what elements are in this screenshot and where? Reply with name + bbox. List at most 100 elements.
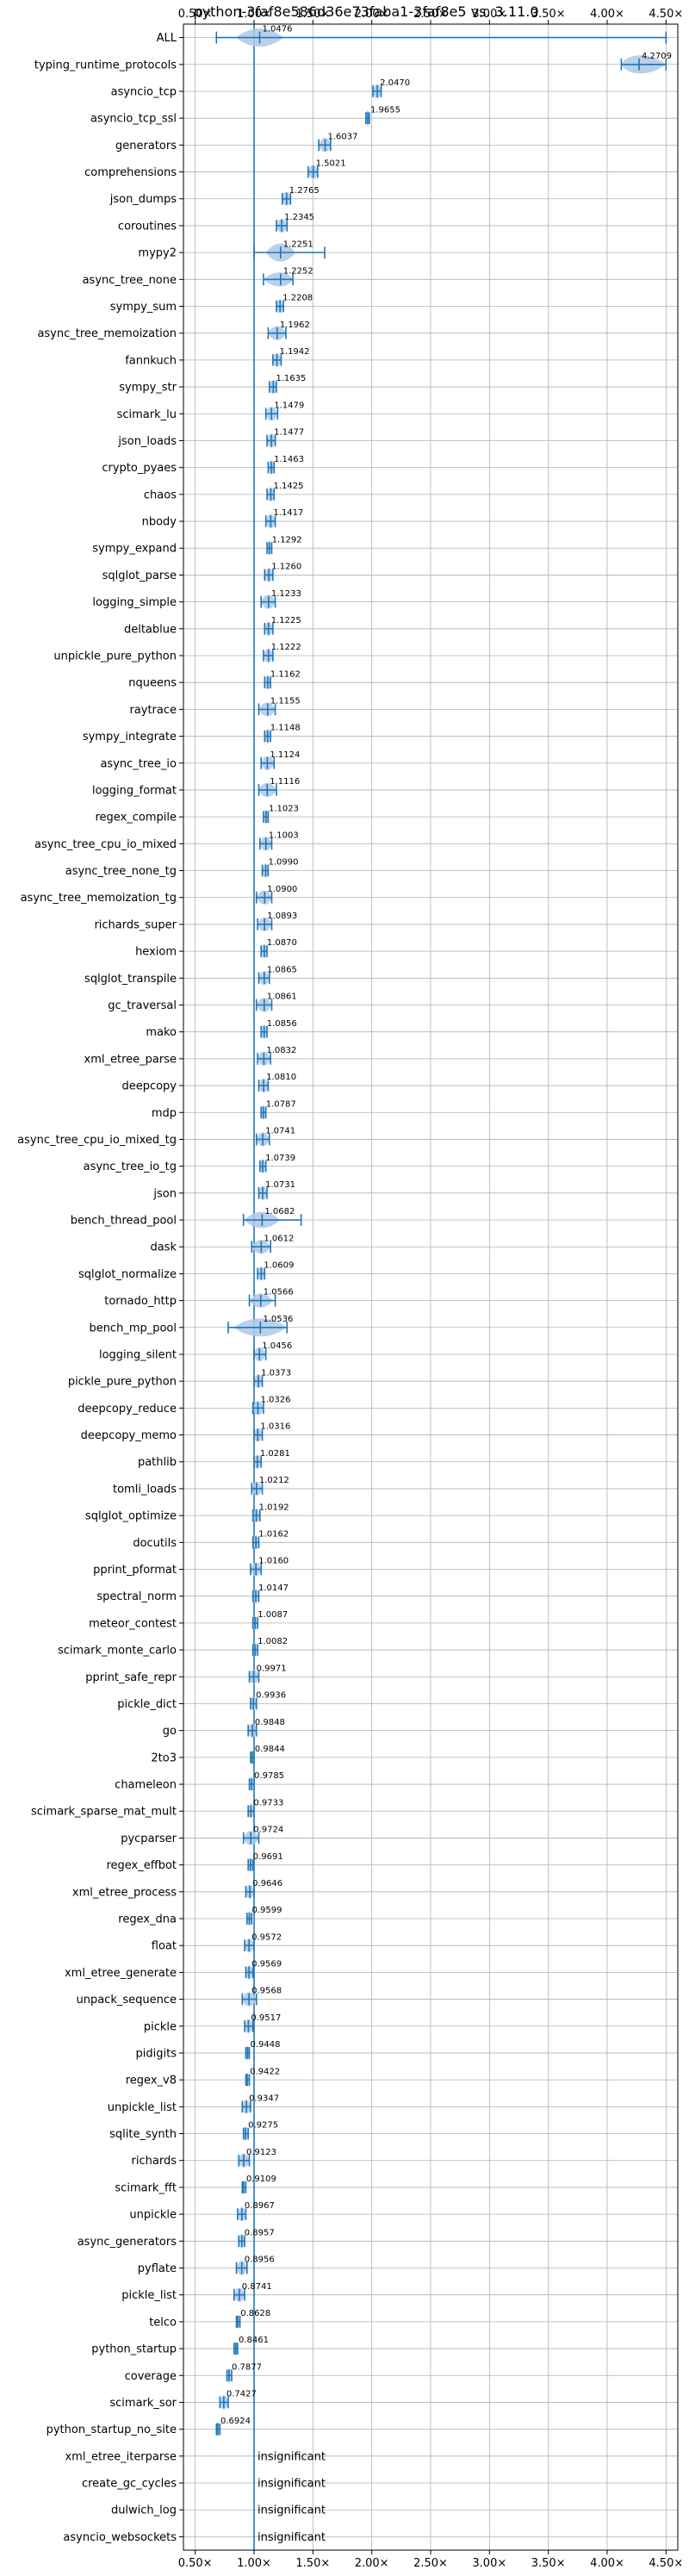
- value-label: 0.9844: [255, 1745, 285, 1754]
- benchmark-label: scimark_fft: [115, 2181, 177, 2194]
- x-tick-label-top: 1.00×: [237, 8, 271, 21]
- value-label: 0.9572: [251, 1932, 282, 1942]
- benchmark-label: scimark_monte_carlo: [58, 1645, 177, 1658]
- benchmark-label: xml_etree_process: [72, 1886, 177, 1899]
- value-label: 1.0900: [267, 885, 297, 894]
- value-label: 1.0609: [264, 1261, 294, 1271]
- benchmark-label: pprint_safe_repr: [85, 1671, 177, 1684]
- benchmark-label: ALL: [157, 32, 177, 45]
- insignificant-label: insignificant: [258, 2504, 326, 2517]
- value-label: 0.7427: [227, 2390, 257, 2399]
- benchmark-label: generators: [115, 140, 177, 152]
- value-label: 1.1155: [270, 697, 301, 706]
- benchmark-label: hexiom: [135, 946, 177, 959]
- benchmark-label: logging_simple: [92, 596, 177, 609]
- benchmark-label: sqlglot_parse: [102, 569, 177, 582]
- benchmark-label: chameleon: [115, 1779, 177, 1792]
- value-label: 1.0082: [258, 1637, 288, 1646]
- marks-layer: 1.0476 4.2709 2.0470 1.9655 1.6037 1.5021 1.27…: [215, 25, 672, 2544]
- benchmark-label: nbody: [142, 516, 177, 529]
- benchmark-label: deepcopy_memo: [81, 1429, 177, 1442]
- value-label: 0.8628: [240, 2309, 270, 2318]
- benchmark-label: regex_v8: [126, 2075, 177, 2088]
- value-label: 0.9646: [252, 1879, 282, 1888]
- benchmark-label: pickle_list: [121, 2289, 177, 2302]
- benchmark-label: pickle_dict: [117, 1698, 177, 1711]
- benchmark-label: mako: [146, 1026, 177, 1039]
- grid-layer: [183, 24, 678, 2550]
- benchmark-label: sympy_expand: [92, 543, 177, 556]
- value-label: 1.0160: [258, 1557, 289, 1566]
- insignificant-label: insignificant: [258, 2450, 326, 2463]
- value-label: 1.1222: [271, 643, 301, 652]
- value-label: 0.9724: [253, 1826, 283, 1835]
- value-label: 1.1233: [271, 589, 301, 599]
- x-tick-label-bottom: 2.00×: [355, 2557, 389, 2570]
- value-label: 1.0856: [267, 1019, 297, 1029]
- benchmark-label: sympy_integrate: [83, 731, 177, 744]
- value-label: 1.1477: [274, 428, 304, 438]
- value-label: 0.6924: [220, 2417, 251, 2426]
- value-label: 0.9569: [251, 1960, 282, 1969]
- benchmark-label: create_gc_cycles: [82, 2478, 177, 2491]
- value-label: 1.1225: [271, 616, 301, 625]
- value-label: 1.2345: [284, 213, 314, 222]
- benchmark-label: docutils: [133, 1537, 177, 1550]
- benchmark-label: logging_silent: [99, 1348, 177, 1361]
- benchmark-label: meteor_contest: [89, 1617, 177, 1630]
- benchmark-label: unpickle_list: [108, 2101, 177, 2114]
- value-label: 1.0861: [267, 992, 297, 1002]
- benchmark-label: sqlglot_optimize: [85, 1510, 177, 1523]
- value-label: 1.9655: [370, 105, 400, 115]
- benchmark-label: spectral_norm: [96, 1590, 177, 1603]
- value-label: 1.1417: [273, 508, 303, 518]
- benchmark-label: deepcopy_reduce: [78, 1403, 177, 1416]
- benchmark-label: async_tree_io: [100, 757, 177, 770]
- benchmark-label: pyflate: [138, 2262, 177, 2275]
- benchmark-label: pprint_pformat: [93, 1564, 177, 1577]
- value-label: 0.9848: [255, 1718, 285, 1727]
- benchmark-label: async_generators: [78, 2236, 177, 2249]
- value-label: 1.5021: [316, 159, 346, 169]
- benchmark-label: chaos: [144, 488, 177, 501]
- benchmark-label: async_tree_none_tg: [65, 865, 177, 878]
- value-label: 1.0192: [259, 1503, 289, 1512]
- benchmark-label: json_dumps: [109, 193, 177, 206]
- value-label: 1.0566: [264, 1288, 294, 1297]
- row-labels-layer: ALL typing_runtime_protocols asyncio_tcpas…: [17, 32, 183, 2544]
- x-tick-label-bottom: 3.00×: [472, 2557, 506, 2570]
- benchmark-label: asyncio_tcp_ssl: [90, 113, 177, 126]
- value-label: 1.1148: [270, 724, 301, 733]
- value-label: 0.9733: [253, 1798, 283, 1808]
- value-label: 0.9936: [256, 1691, 286, 1701]
- value-label: 1.2252: [283, 266, 313, 276]
- value-label: 1.0536: [263, 1315, 293, 1324]
- benchmark-label: xml_etree_iterparse: [65, 2450, 177, 2463]
- value-label: 1.1023: [269, 804, 299, 813]
- value-label: 0.9691: [253, 1852, 283, 1862]
- benchmark-label: fannkuch: [125, 354, 177, 367]
- benchmark-label: typing_runtime_protocols: [34, 59, 177, 72]
- benchmark-label: logging_format: [92, 784, 177, 797]
- value-label: 1.0326: [260, 1395, 290, 1404]
- value-label: 1.0476: [263, 25, 293, 34]
- x-tick-label-bottom: 4.50×: [649, 2557, 683, 2570]
- benchmark-label: richards: [132, 2155, 177, 2168]
- x-tick-label-bottom: 2.50×: [413, 2557, 448, 2570]
- value-label: 1.1425: [273, 482, 303, 491]
- value-label: 1.0162: [258, 1529, 289, 1539]
- benchmark-label: deepcopy: [121, 1080, 177, 1093]
- value-label: 0.7877: [232, 2362, 262, 2372]
- benchmark-label: python_startup_no_site: [47, 2424, 177, 2436]
- value-label: 0.9422: [250, 2067, 280, 2076]
- value-label: 0.9971: [257, 1664, 287, 1673]
- benchmark-label: comprehensions: [84, 166, 177, 179]
- benchmark-label: mdp: [152, 1107, 177, 1120]
- value-label: 1.2251: [283, 240, 313, 249]
- value-label: 0.8461: [239, 2336, 269, 2345]
- benchmark-label: unpickle: [129, 2209, 177, 2222]
- benchmark-label: go: [163, 1725, 177, 1738]
- value-label: 1.0810: [266, 1073, 296, 1082]
- benchmark-label: coverage: [125, 2370, 177, 2383]
- value-label: 0.8967: [245, 2201, 275, 2211]
